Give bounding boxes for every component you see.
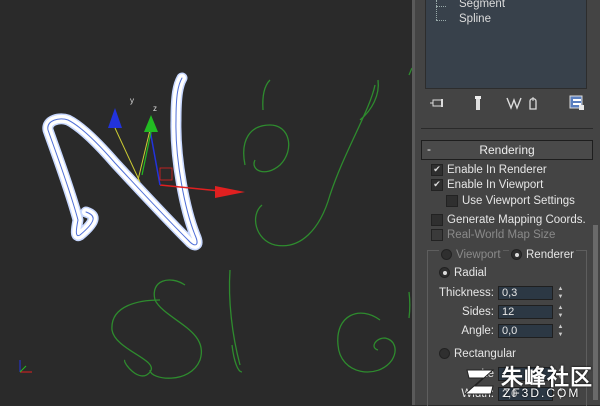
modifier-stack[interactable]: [425, 0, 587, 89]
z-axis-arrow: [108, 108, 122, 128]
spline-mark: [262, 79, 271, 111]
enable-in-viewport-label: Enable In Viewport: [447, 178, 544, 191]
rectangular-radio[interactable]: [439, 348, 450, 359]
stack-item-segment[interactable]: Segment: [459, 0, 505, 10]
tree-branch: [436, 6, 446, 7]
watermark-en: ZF3D.COM: [503, 386, 581, 400]
pin-stack-icon[interactable]: [429, 94, 447, 112]
thickness-row: Thickness: 0,3 ▲ ▼: [435, 285, 565, 301]
renderer-radio[interactable]: [511, 249, 522, 260]
real-world-map-size-label: Real-World Map Size: [447, 228, 556, 241]
rendering-rollout-header[interactable]: - Rendering: [421, 140, 593, 160]
spline-top-right: [359, 79, 379, 121]
y-axis-arrow: [144, 115, 158, 132]
enable-in-viewport-row[interactable]: ✔ Enable In Viewport: [431, 177, 543, 192]
perspective-viewport[interactable]: y z: [0, 0, 412, 405]
radial-radio-row[interactable]: Radial: [439, 265, 487, 280]
world-axis-tripod: [19, 360, 32, 373]
stack-toolbar: [425, 92, 595, 114]
use-viewport-settings-row[interactable]: Use Viewport Settings: [446, 193, 575, 208]
x-axis-arrow: [215, 186, 245, 198]
spline-e-bottom: [254, 84, 376, 247]
enable-in-renderer-label: Enable In Renderer: [447, 163, 547, 176]
generate-mapping-coords-label: Generate Mapping Coords.: [447, 213, 586, 226]
remove-modifier-icon[interactable]: [524, 94, 542, 112]
radial-radio[interactable]: [439, 267, 450, 278]
angle-label: Angle:: [461, 325, 494, 337]
make-unique-icon[interactable]: [505, 94, 523, 112]
viewport-scene: y z: [19, 67, 412, 379]
enable-in-renderer-row[interactable]: ✔ Enable In Renderer: [431, 162, 547, 177]
rollout-title: Rendering: [479, 143, 535, 157]
angle-input[interactable]: 0,0: [498, 324, 553, 338]
viewport-radio-label: Viewport: [456, 248, 501, 261]
spline-s: [111, 299, 161, 377]
z-axis: [149, 129, 161, 186]
y-axis: [141, 131, 152, 176]
renderer-radio-row[interactable]: Renderer: [509, 247, 576, 262]
thickness-spinner[interactable]: ▲ ▼: [556, 286, 565, 300]
green-splines: [111, 67, 412, 379]
stack-item-spline[interactable]: Spline: [459, 13, 491, 25]
gizmo-line-2: [137, 129, 151, 181]
sides-label: Sides:: [462, 306, 494, 318]
spline-s-2: [149, 279, 203, 379]
n-letter-mesh: [42, 72, 203, 251]
enable-in-renderer-checkbox[interactable]: ✔: [431, 163, 443, 176]
viewport-radio-row[interactable]: Viewport: [439, 247, 503, 262]
spline-e-top: [243, 124, 290, 173]
gizmo-label-2: z: [153, 104, 157, 113]
angle-row: Angle: 0,0 ▲ ▼: [435, 323, 565, 339]
spline-i: [228, 269, 241, 366]
show-end-result-icon[interactable]: [469, 94, 487, 112]
renderer-radio-label: Renderer: [526, 248, 574, 261]
site-watermark: 朱峰社区 ZF3D.COM: [463, 358, 598, 403]
gizmo-label: y: [130, 96, 134, 105]
sides-spinner[interactable]: ▲ ▼: [556, 305, 565, 319]
use-viewport-settings-label: Use Viewport Settings: [462, 194, 575, 207]
tree-connector: [436, 0, 437, 20]
viewport-radio[interactable]: [441, 249, 452, 260]
spline-edge: [408, 291, 411, 319]
sides-input[interactable]: 12: [498, 305, 553, 319]
generate-mapping-coords-checkbox[interactable]: [431, 213, 443, 226]
sides-row: Sides: 12 ▲ ▼: [435, 304, 565, 320]
thickness-label: Thickness:: [439, 287, 494, 299]
command-panel: Segment Spline - Rendering ✔ Enable In R…: [415, 0, 600, 406]
real-world-map-size-checkbox: [431, 228, 443, 241]
spline-g: [337, 312, 396, 373]
divider: [421, 128, 593, 129]
enable-in-viewport-checkbox[interactable]: ✔: [431, 178, 443, 191]
zf3d-logo-icon: [463, 369, 495, 395]
tree-branch: [436, 20, 446, 21]
angle-spinner[interactable]: ▲ ▼: [556, 324, 565, 338]
thickness-input[interactable]: 0,3: [498, 286, 553, 300]
generate-mapping-coords-row[interactable]: Generate Mapping Coords.: [431, 212, 586, 227]
configure-modifier-sets-icon[interactable]: [568, 94, 586, 112]
use-viewport-settings-checkbox[interactable]: [446, 194, 458, 207]
real-world-map-size-row: Real-World Map Size: [431, 227, 555, 242]
plane-handle: [159, 167, 173, 181]
radial-label: Radial: [454, 266, 487, 279]
spline-i-hook: [231, 344, 243, 373]
